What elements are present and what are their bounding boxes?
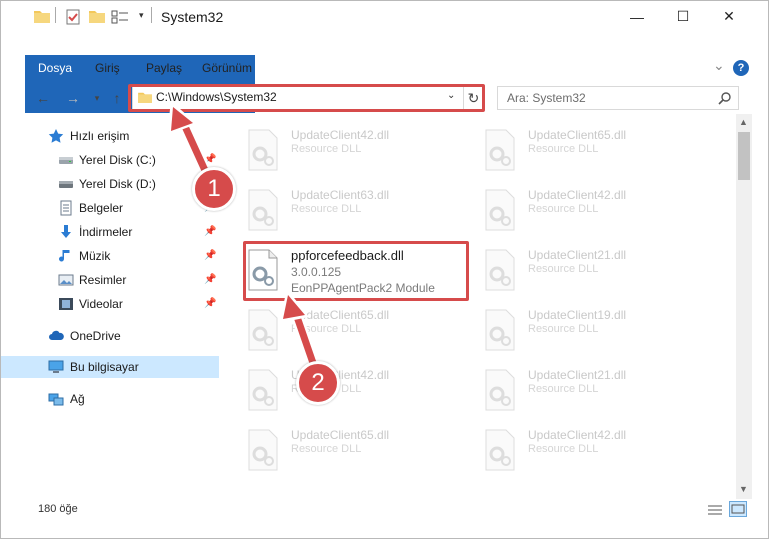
arrow-1 [167, 101, 214, 180]
callout-arrows [167, 101, 319, 365]
callout-badge-1: 1 [192, 167, 236, 211]
callout-badge-2: 2 [296, 361, 340, 405]
explorer-window: ▾ System32 — ☐ ✕ Dosya Giriş Paylaş Görü… [0, 0, 769, 539]
arrow-2 [279, 289, 319, 365]
